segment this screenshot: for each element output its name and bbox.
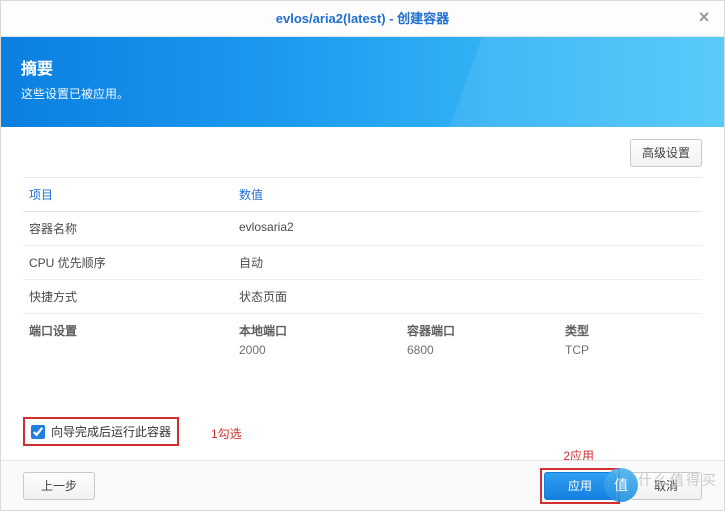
value: 自动 xyxy=(233,246,702,280)
banner: 摘要 这些设置已被应用。 xyxy=(1,37,724,127)
close-icon[interactable]: × xyxy=(684,1,724,37)
summary-table-wrap: 项目 数值 容器名称 evlosaria2 CPU 优先顺序 自动 快捷方式 xyxy=(23,177,702,365)
run-after-wizard-checkbox-row[interactable]: 向导完成后运行此容器 xyxy=(23,417,179,446)
dialog-window: evlos/aria2(latest) - 创建容器 × 摘要 这些设置已被应用… xyxy=(0,0,725,511)
footer: 上一步 应用 取消 xyxy=(1,460,724,510)
body: 高级设置 项目 数值 容器名称 evlosaria2 CPU xyxy=(1,127,724,365)
annotation-1: 1勾选 xyxy=(211,425,242,442)
label: 快捷方式 xyxy=(23,280,233,314)
row-port-val: 2000 6800 TCP xyxy=(23,341,702,365)
checkbox-label: 向导完成后运行此容器 xyxy=(51,423,171,440)
toolbar: 高级设置 xyxy=(23,139,702,167)
value: 状态页面 xyxy=(233,280,702,314)
titlebar: evlos/aria2(latest) - 创建容器 × xyxy=(1,1,724,37)
value: evlosaria2 xyxy=(233,212,702,246)
col-item: 项目 xyxy=(23,178,233,212)
advanced-settings-button[interactable]: 高级设置 xyxy=(630,139,702,167)
h-container: 容器端口 xyxy=(401,314,559,342)
label: CPU 优先顺序 xyxy=(23,246,233,280)
row-port-head: 端口设置 本地端口 容器端口 类型 xyxy=(23,314,702,342)
table-header-row: 项目 数值 xyxy=(23,178,702,212)
h-type: 类型 xyxy=(559,314,702,342)
summary-table: 项目 数值 容器名称 evlosaria2 CPU 优先顺序 自动 快捷方式 xyxy=(23,178,702,365)
apply-highlight: 应用 xyxy=(540,468,620,504)
cancel-button[interactable]: 取消 xyxy=(630,472,702,500)
v-type: TCP xyxy=(559,341,702,365)
apply-button[interactable]: 应用 xyxy=(544,472,616,500)
label: 端口设置 xyxy=(23,314,233,342)
row-shortcut: 快捷方式 状态页面 xyxy=(23,280,702,314)
v-container: 6800 xyxy=(401,341,559,365)
run-after-wizard-checkbox[interactable] xyxy=(31,425,45,439)
banner-sub: 这些设置已被应用。 xyxy=(21,85,704,102)
h-local: 本地端口 xyxy=(233,314,401,342)
window-title: evlos/aria2(latest) - 创建容器 xyxy=(276,11,449,26)
banner-heading: 摘要 xyxy=(21,55,704,79)
back-button[interactable]: 上一步 xyxy=(23,472,95,500)
row-cpu-priority: CPU 优先顺序 自动 xyxy=(23,246,702,280)
v-local: 2000 xyxy=(233,341,401,365)
label: 容器名称 xyxy=(23,212,233,246)
col-value: 数值 xyxy=(233,178,702,212)
row-container-name: 容器名称 evlosaria2 xyxy=(23,212,702,246)
